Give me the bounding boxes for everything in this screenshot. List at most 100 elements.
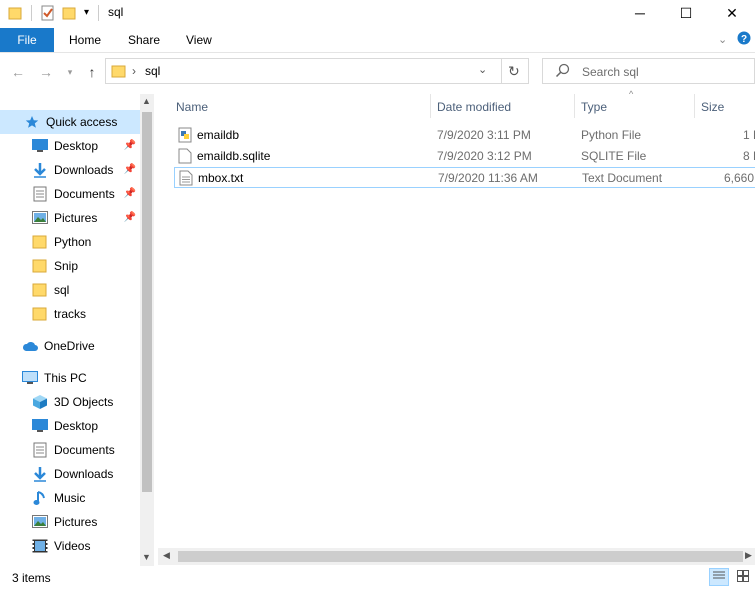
file-size: 8 KB [743,149,755,163]
nav-scrollbar-thumb[interactable] [142,112,152,492]
divider [501,59,502,83]
scroll-up-icon[interactable]: ▲ [142,96,151,106]
chevron-down-icon[interactable]: ⌄ [718,33,727,46]
tab-share[interactable]: Share [128,28,160,52]
search-input[interactable]: Search sql [582,65,639,79]
up-button[interactable]: ↑ [82,62,102,82]
nav-documents-pinned[interactable]: Documents 📌 [0,182,140,206]
file-type: SQLITE File [581,149,647,163]
file-size: 1 KB [743,128,755,142]
column-header-name[interactable]: Name [176,97,208,117]
nav-label: Desktop [54,139,99,153]
nav-label: Downloads [54,163,114,177]
nav-downloads-pinned[interactable]: Downloads 📌 [0,158,140,182]
window-title: sql [108,5,124,19]
column-separator[interactable] [430,94,431,118]
file-row[interactable]: emaildb.sqlite 7/9/2020 3:12 PM SQLITE F… [174,146,755,167]
nav-downloads[interactable]: Downloads [0,462,140,486]
back-button[interactable]: ← [8,62,28,82]
minimize-button[interactable]: ─ [617,0,663,26]
pc-icon [22,370,38,386]
address-bar[interactable]: › sql ⌄ ↻ [105,58,529,84]
pictures-icon [32,514,48,530]
scroll-right-icon[interactable]: ▶ [745,550,752,561]
column-header-size[interactable]: Size [701,97,724,117]
properties-icon[interactable] [40,5,56,21]
nav-label: 3D Objects [54,395,114,409]
maximize-button[interactable]: ☐ [663,0,709,26]
nav-label: Downloads [54,467,114,481]
svg-text:?: ? [741,34,747,45]
nav-3d-objects[interactable]: 3D Objects [0,390,140,414]
file-tab[interactable]: File [0,28,54,52]
cloud-icon [22,338,38,354]
scroll-down-icon[interactable]: ▼ [142,552,151,562]
nav-label: OneDrive [44,339,95,353]
folder-icon [111,63,127,82]
pin-icon[interactable]: 📌 [124,188,136,199]
nav-python[interactable]: Python [0,230,140,254]
breadcrumb-sql[interactable]: sql [145,64,160,78]
nav-videos[interactable]: Videos [0,534,140,558]
nav-tracks[interactable]: tracks [0,302,140,326]
nav-desktop-pinned[interactable]: Desktop 📌 [0,134,140,158]
nav-label: Documents [54,443,115,457]
divider [98,5,99,21]
column-header-date[interactable]: Date modified [437,97,511,117]
scroll-left-icon[interactable]: ◀ [163,550,170,561]
file-name: emaildb [197,128,240,142]
file-name: emaildb.sqlite [197,149,271,163]
download-icon [32,466,48,482]
details-view-button[interactable] [709,568,729,586]
column-separator[interactable] [574,94,575,118]
address-dropdown-icon[interactable]: ⌄ [478,63,487,76]
nav-label: Snip [54,259,79,273]
sort-indicator-icon: ^ [629,89,634,99]
folder-icon [32,282,48,298]
forward-button[interactable]: → [36,62,56,82]
nav-this-pc[interactable]: This PC [0,366,140,390]
nav-snip[interactable]: Snip [0,254,140,278]
tab-view[interactable]: View [186,28,212,52]
pin-icon[interactable]: 📌 [124,164,136,175]
file-row[interactable]: emaildb 7/9/2020 3:11 PM Python File 1 K… [174,125,755,146]
nav-pictures[interactable]: Pictures [0,510,140,534]
column-separator[interactable] [694,94,695,118]
video-icon [32,538,48,554]
close-button[interactable]: ✕ [709,0,755,26]
file-date: 7/9/2020 3:12 PM [437,149,532,163]
search-icon [555,63,571,82]
folder-icon [32,234,48,250]
cube-icon [32,394,48,410]
search-box[interactable]: Search sql [542,58,755,84]
divider [31,5,32,21]
nav-pictures-pinned[interactable]: Pictures 📌 [0,206,140,230]
large-icons-view-button[interactable] [733,568,753,586]
pin-icon[interactable]: 📌 [124,212,136,223]
help-icon[interactable]: ? [737,31,751,48]
nav-onedrive[interactable]: OneDrive [0,334,140,358]
nav-quick-access[interactable]: Quick access [0,110,140,134]
nav-desktop[interactable]: Desktop [0,414,140,438]
content-scrollbar-thumb[interactable] [178,551,743,562]
recent-locations-button[interactable]: ▾ [63,62,77,82]
nav-label: Python [54,235,92,249]
file-date: 7/9/2020 11:36 AM [438,171,538,185]
nav-music[interactable]: Music [0,486,140,510]
pin-icon[interactable]: 📌 [124,140,136,151]
new-folder-icon[interactable] [62,5,78,21]
column-header-type[interactable]: Type [581,97,607,117]
file-row[interactable]: mbox.txt 7/9/2020 11:36 AM Text Document… [174,167,755,188]
tab-home[interactable]: Home [69,28,101,52]
nav-documents[interactable]: Documents [0,438,140,462]
download-icon [32,162,48,178]
customize-toolbar-icon[interactable]: ▾ [84,7,89,18]
nav-label: Pictures [54,515,98,529]
item-count: 3 items [12,571,51,585]
breadcrumb-separator[interactable]: › [132,64,136,78]
file-type: Python File [581,128,642,142]
file-date: 7/9/2020 3:11 PM [437,128,531,142]
nav-label: This PC [44,371,87,385]
nav-sql[interactable]: sql [0,278,140,302]
refresh-icon[interactable]: ↻ [508,63,520,80]
